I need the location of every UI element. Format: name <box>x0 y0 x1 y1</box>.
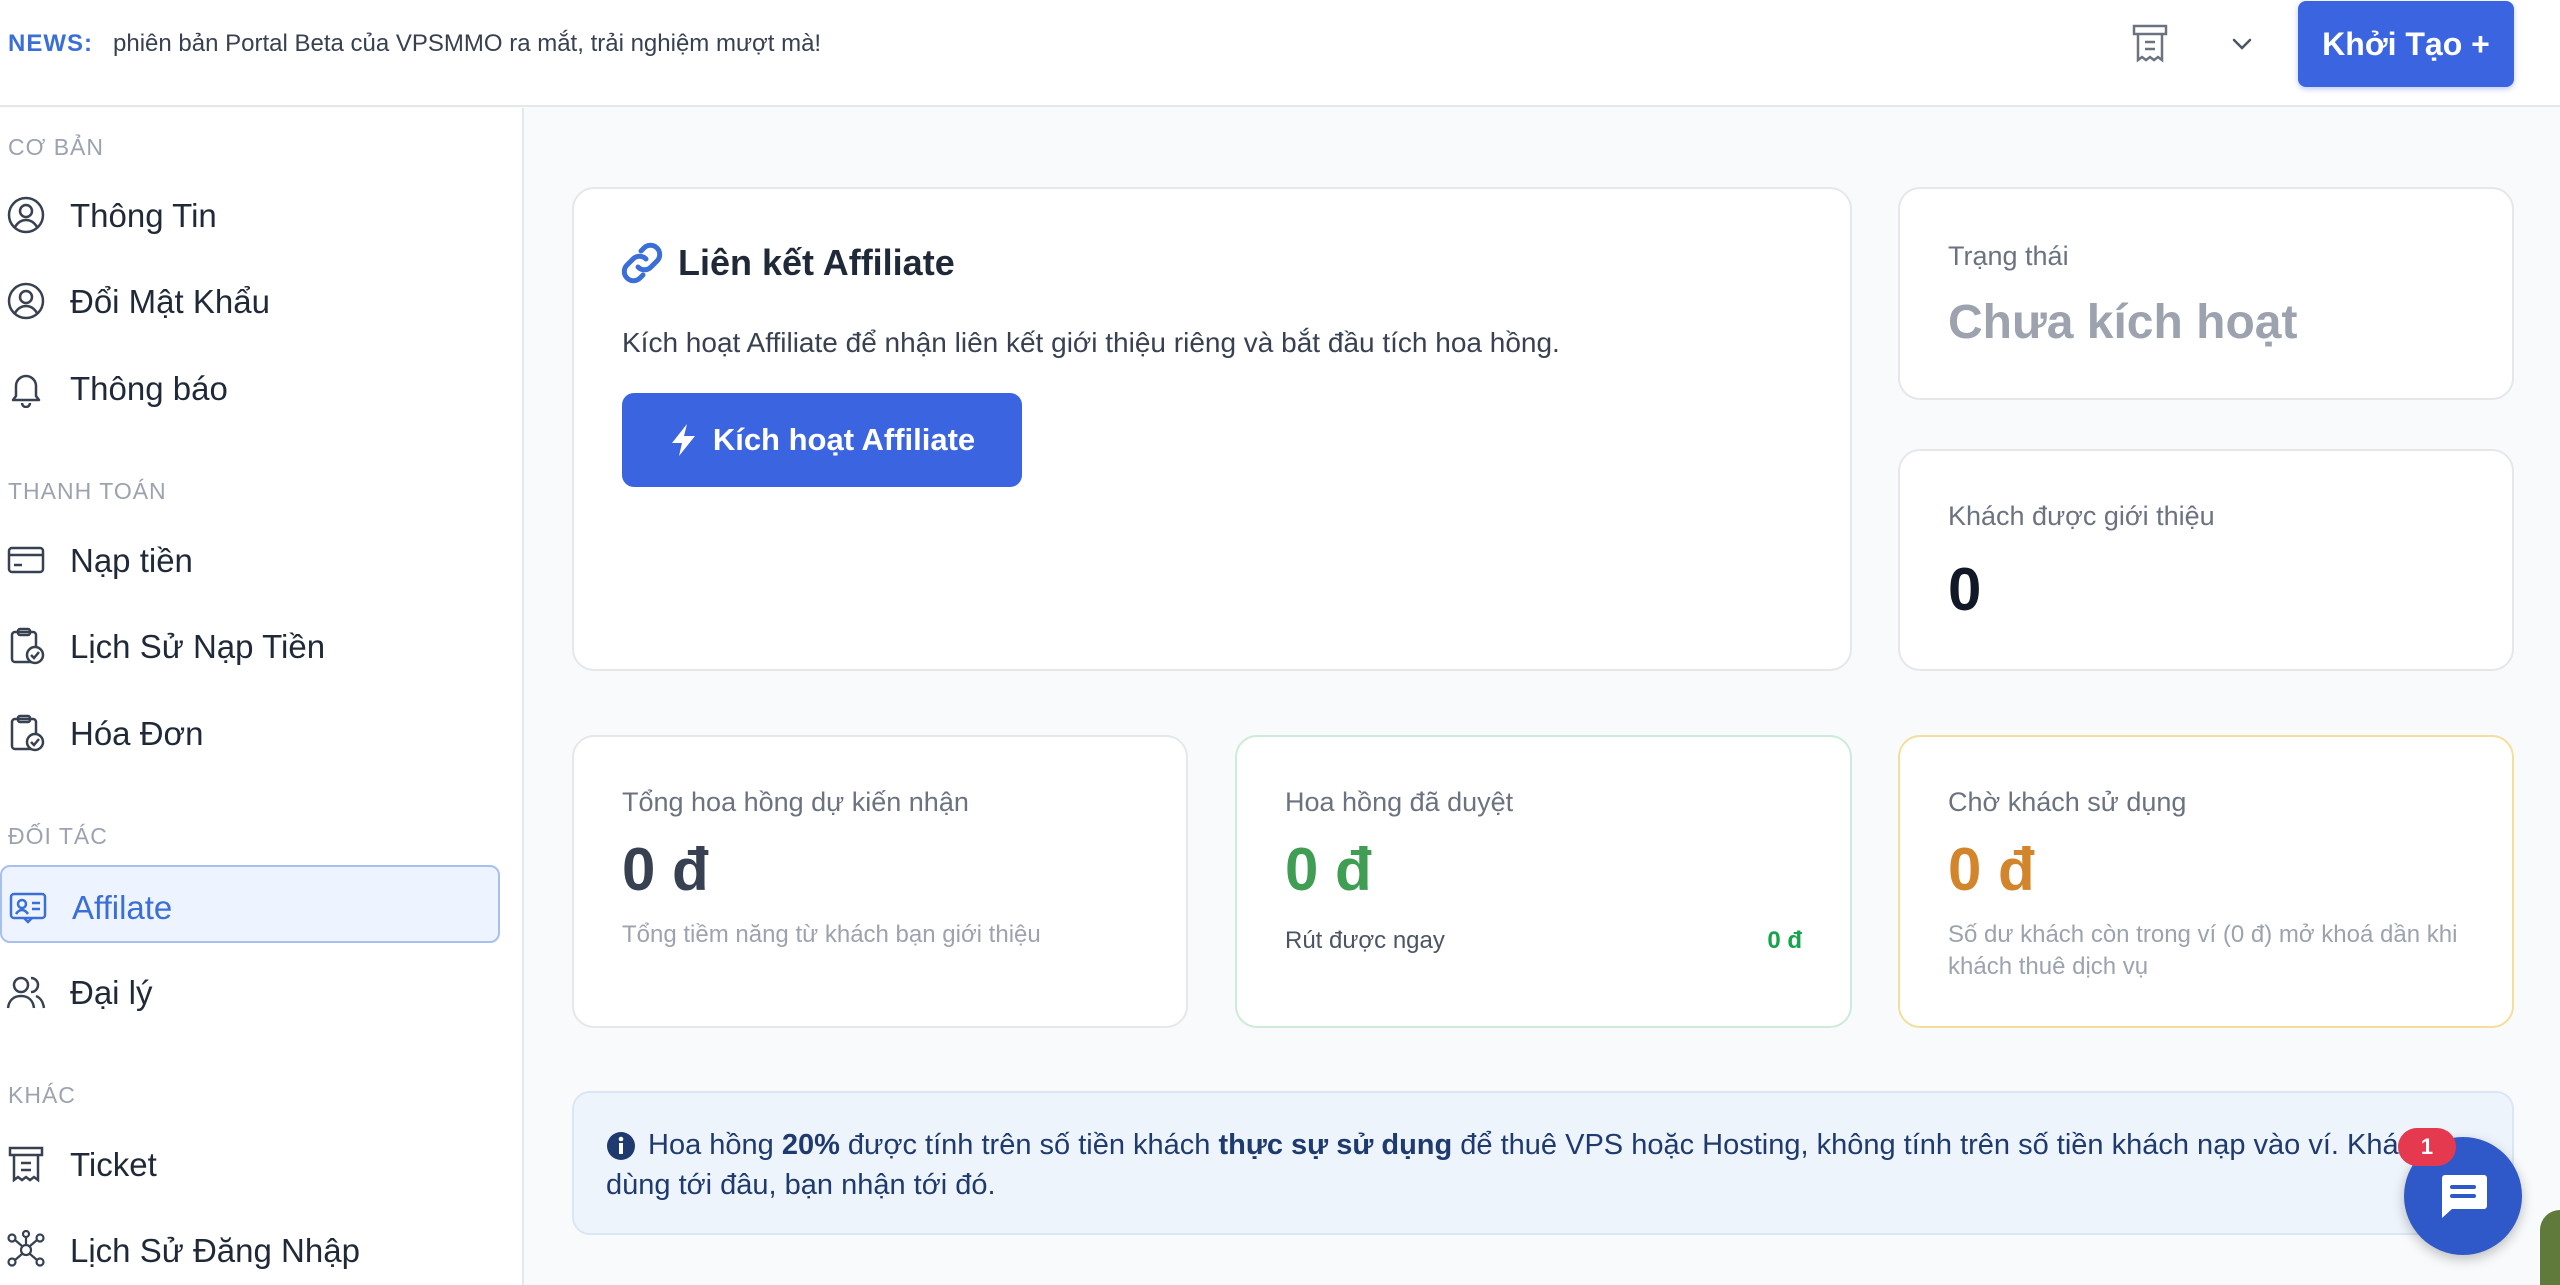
link-icon <box>621 242 663 284</box>
withdraw-now-label: Rút được ngay <box>1285 927 1445 954</box>
top-bar: NEWS: phiên bản Portal Beta của VPSMMO r… <box>0 0 2560 107</box>
user-circle-icon <box>7 196 45 234</box>
sidebar: CƠ BẢN Thông Tin Đổi Mật Khẩu Thông báo … <box>0 108 524 1285</box>
affiliate-link-card: Liên kết Affiliate Kích hoạt Affiliate đ… <box>572 187 1852 671</box>
info-text-part: được tính trên số tiền khách <box>839 1129 1219 1161</box>
affiliate-title-row: Liên kết Affiliate <box>620 241 955 285</box>
sidebar-item-label: Đổi Mật Khẩu <box>70 283 270 320</box>
activate-affiliate-button[interactable]: Kích hoạt Affiliate <box>622 393 1022 487</box>
info-emphasis: thực sự sử dụng <box>1218 1129 1453 1161</box>
waiting-commission-value: 0 đ <box>1948 836 2035 903</box>
users-icon <box>6 976 46 1009</box>
clipboard-check-icon <box>10 627 45 665</box>
waiting-commission-card: Chờ khách sử dụng 0 đ Số dư khách còn tr… <box>1898 735 2514 1028</box>
commission-info-banner: Hoa hồng 20% được tính trên số tiền khác… <box>572 1091 2514 1235</box>
sidebar-item-thong-tin[interactable]: Thông Tin <box>0 175 500 253</box>
create-button[interactable]: Khởi Tạo + <box>2298 1 2514 87</box>
total-commission-note: Tổng tiềm năng từ khách bạn giới thiệu <box>622 921 1041 948</box>
sidebar-item-lich-su-dang-nhap[interactable]: Lịch Sử Đăng Nhập <box>0 1210 500 1285</box>
clipboard-check-icon <box>10 714 45 752</box>
news-label: NEWS: <box>8 30 93 57</box>
news-ticker-text[interactable]: phiên bản Portal Beta của VPSMMO ra mắt,… <box>113 30 821 58</box>
approved-commission-value: 0 đ <box>1285 836 1372 903</box>
total-commission-label: Tổng hoa hồng dự kiến nhận <box>622 787 969 817</box>
sidebar-section-title: CƠ BẢN <box>8 134 105 160</box>
status-card: Trạng thái Chưa kích hoạt <box>1898 187 2514 400</box>
sidebar-item-dai-ly[interactable]: Đại lý <box>0 952 500 1030</box>
sidebar-item-label: Ticket <box>70 1146 157 1183</box>
id-card-icon <box>9 892 47 924</box>
sidebar-section-title: ĐỐI TÁC <box>8 823 108 849</box>
affiliate-title: Liên kết Affiliate <box>678 242 955 283</box>
activate-affiliate-label: Kích hoạt Affiliate <box>712 422 976 457</box>
referrals-card: Khách được giới thiệu 0 <box>1898 449 2514 671</box>
ticket-icon <box>8 1146 44 1183</box>
network-icon <box>7 1230 45 1267</box>
sidebar-item-label: Hóa Đơn <box>70 715 204 752</box>
ticket-icon[interactable] <box>2130 22 2170 66</box>
bell-icon <box>11 374 41 408</box>
withdraw-now-value: 0 đ <box>1767 927 1802 954</box>
status-label: Trạng thái <box>1948 241 2069 271</box>
background-edge <box>2540 1210 2560 1285</box>
chat-bubble-icon <box>2442 1175 2487 1218</box>
approved-commission-label: Hoa hồng đã duyệt <box>1285 787 1514 817</box>
sidebar-section-title: THANH TOÁN <box>8 478 167 504</box>
referrals-count: 0 <box>1948 556 1982 623</box>
sidebar-item-label: Thông Tin <box>70 197 217 234</box>
info-commission-percent: 20% <box>781 1129 840 1161</box>
sidebar-item-lich-su-nap-tien[interactable]: Lịch Sử Nạp Tiền <box>0 606 500 684</box>
sidebar-item-hoa-don[interactable]: Hóa Đơn <box>0 693 500 771</box>
status-value: Chưa kích hoạt <box>1948 296 2298 349</box>
credit-card-icon <box>7 546 45 574</box>
commission-info-text: Hoa hồng 20% được tính trên số tiền khác… <box>606 1125 2476 1205</box>
user-circle-icon <box>7 282 45 320</box>
sidebar-section-title: KHÁC <box>8 1082 76 1108</box>
total-commission-value: 0 đ <box>622 836 709 903</box>
sidebar-item-thong-bao[interactable]: Thông báo <box>0 348 500 426</box>
waiting-commission-label: Chờ khách sử dụng <box>1948 787 2187 817</box>
sidebar-item-nap-tien[interactable]: Nạp tiền <box>0 520 500 598</box>
referrals-label: Khách được giới thiệu <box>1948 501 2215 531</box>
sidebar-item-label: Đại lý <box>70 974 153 1011</box>
waiting-commission-note: Số dư khách còn trong ví (0 đ) mở khoá d… <box>1948 921 2458 980</box>
chevron-down-icon[interactable] <box>2228 30 2256 58</box>
info-text-part: Hoa hồng <box>648 1129 782 1161</box>
approved-commission-card: Hoa hồng đã duyệt 0 đ Rút được ngay 0 đ <box>1235 735 1852 1028</box>
affiliate-description: Kích hoạt Affiliate để nhận liên kết giớ… <box>622 327 1560 358</box>
sidebar-item-affilate[interactable]: Affilate <box>0 865 500 943</box>
sidebar-item-label: Lịch Sử Đăng Nhập <box>70 1232 360 1269</box>
sidebar-item-label: Affilate <box>72 889 173 926</box>
bolt-icon <box>671 424 695 456</box>
sidebar-item-ticket[interactable]: Ticket <box>0 1124 500 1202</box>
total-commission-card: Tổng hoa hồng dự kiến nhận 0 đ Tổng tiềm… <box>572 735 1188 1028</box>
chat-notification-badge: 1 <box>2398 1128 2456 1166</box>
sidebar-item-label: Thông báo <box>70 370 228 407</box>
sidebar-item-label: Lịch Sử Nạp Tiền <box>70 628 326 665</box>
sidebar-item-doi-mat-khau[interactable]: Đổi Mật Khẩu <box>0 261 500 339</box>
sidebar-item-label: Nạp tiền <box>70 542 193 579</box>
